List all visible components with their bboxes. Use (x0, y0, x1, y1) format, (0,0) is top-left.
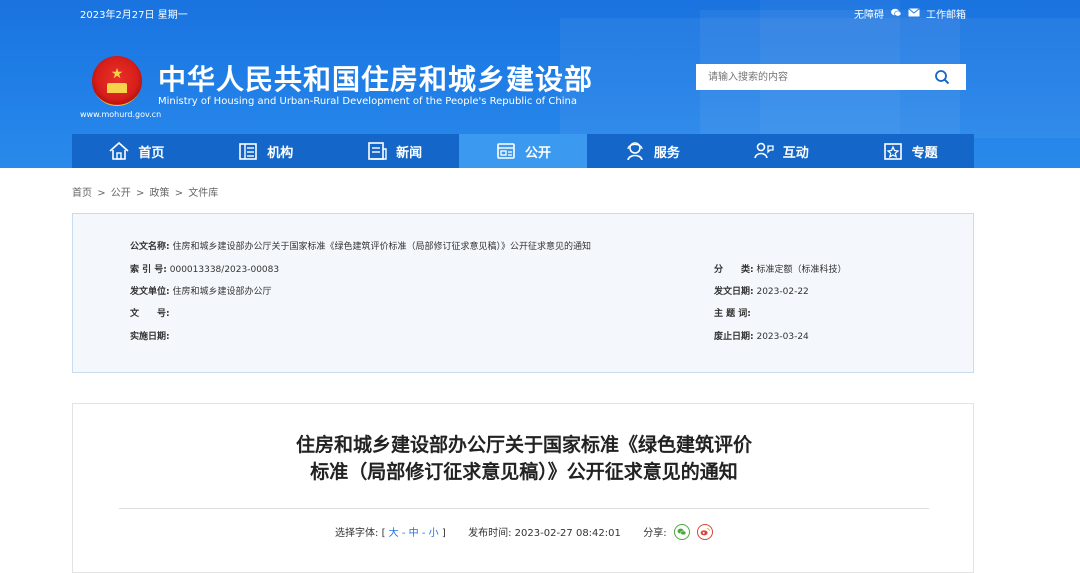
meta-title-value: 住房和城乡建设部办公厅关于国家标准《绿色建筑评价标准（局部修订征求意见稿）》公开… (172, 242, 591, 252)
meta-issuer-label: 发文单位: (130, 287, 170, 297)
organization-icon (239, 143, 258, 160)
site-header: 2023年2月27日 星期一 无障碍 工作邮箱 ★ www.mohurd.gov… (0, 0, 1080, 168)
article-title: 住房和城乡建设部办公厅关于国家标准《绿色建筑评价 标准（局部修订征求意见稿）》公… (73, 432, 975, 486)
site-title[interactable]: 中华人民共和国住房和城乡建设部 (158, 58, 593, 98)
meta-title-row: 公文名称: 住房和城乡建设部办公厅关于国家标准《绿色建筑评价标准（局部修订征求意… (130, 239, 591, 252)
font-size-label: 选择字体: (335, 528, 379, 539)
document-metadata-panel: 公文名称: 住房和城乡建设部办公厅关于国家标准《绿色建筑评价标准（局部修订征求意… (72, 213, 974, 373)
font-bracket: [ (381, 528, 386, 539)
breadcrumb-separator: > (174, 188, 184, 199)
meta-category-label: 分 类: (714, 265, 754, 275)
article-title-line: 标准（局部修订征求意见稿）》公开征求意见的通知 (310, 461, 738, 483)
interaction-icon (753, 142, 774, 159)
news-icon (368, 142, 387, 160)
breadcrumb-home[interactable]: 首页 (72, 188, 92, 199)
breadcrumb-separator: > (135, 188, 145, 199)
meta-category-value: 标准定额（标准科技） (756, 265, 847, 275)
site-url: www.mohurd.gov.cn (80, 110, 162, 119)
open-icon (497, 143, 515, 159)
site-subtitle: Ministry of Housing and Urban-Rural Deve… (158, 96, 577, 107)
wechat-icon[interactable] (890, 8, 902, 20)
search-input[interactable] (696, 64, 926, 90)
article-panel: 住房和城乡建设部办公厅关于国家标准《绿色建筑评价 标准（局部修订征求意见稿）》公… (72, 403, 974, 573)
meta-date-row: 发文日期: 2023-02-22 (714, 284, 809, 297)
breadcrumb-library[interactable]: 文件库 (188, 188, 218, 199)
meta-deadline-row: 废止日期: 2023-03-24 (714, 329, 809, 342)
meta-deadline-value: 2023-03-24 (756, 332, 809, 342)
meta-index-label: 索 引 号: (130, 265, 167, 275)
wechat-share-icon[interactable] (673, 524, 690, 540)
breadcrumb: 首页 > 公开 > 政策 > 文件库 (72, 184, 220, 199)
accessibility-link[interactable]: 无障碍 (854, 6, 884, 21)
topbar-links: 无障碍 工作邮箱 (854, 6, 966, 21)
meta-keywords-row: 主 题 词: (714, 306, 751, 319)
main-nav: 首页 机构 新闻 公开 服务 互动 专题 (72, 134, 974, 168)
search-icon[interactable] (934, 69, 950, 85)
star-icon: ★ (110, 66, 124, 82)
font-separator: - (401, 528, 406, 539)
nav-item-organization[interactable]: 机构 (201, 134, 330, 168)
share-label: 分享: (643, 528, 667, 539)
meta-docno-row: 文 号: (130, 306, 170, 319)
font-bracket: ] (441, 528, 446, 539)
meta-index-row: 索 引 号: 000013338/2023-00083 (130, 262, 279, 275)
title-divider (119, 508, 929, 509)
mail-link[interactable]: 工作邮箱 (926, 6, 966, 21)
home-icon (109, 141, 129, 160)
breadcrumb-policy[interactable]: 政策 (150, 188, 170, 199)
meta-title-label: 公文名称: (130, 242, 170, 252)
national-emblem-logo[interactable]: ★ (92, 56, 142, 106)
meta-issuer-value: 住房和城乡建设部办公厅 (172, 287, 272, 297)
nav-item-news[interactable]: 新闻 (330, 134, 459, 168)
breadcrumb-separator: > (97, 188, 106, 199)
nav-item-interaction[interactable]: 互动 (716, 134, 845, 168)
nav-item-open[interactable]: 公开 (458, 134, 588, 168)
meta-index-value: 000013338/2023-00083 (169, 265, 280, 275)
publish-time-value: 2023-02-27 08:42:01 (514, 528, 621, 539)
meta-keywords-label: 主 题 词: (714, 309, 751, 319)
font-separator: - (421, 528, 426, 539)
breadcrumb-open[interactable]: 公开 (111, 188, 131, 199)
nav-item-service[interactable]: 服务 (587, 134, 716, 168)
meta-date-value: 2023-02-22 (756, 287, 809, 297)
meta-impl-row: 实施日期: (130, 329, 170, 342)
mail-icon[interactable] (908, 7, 920, 20)
font-large-button[interactable]: 大 (389, 528, 399, 539)
nav-item-home[interactable]: 首页 (72, 134, 201, 168)
font-medium-button[interactable]: 中 (409, 528, 419, 539)
search-box (696, 64, 966, 90)
publish-time-label: 发布时间: (468, 528, 512, 539)
weibo-share-icon[interactable] (697, 524, 713, 540)
article-info-bar: 选择字体: [ 大 - 中 - 小 ] 发布时间: 2023-02-27 08:… (73, 524, 975, 541)
meta-issuer-row: 发文单位: 住房和城乡建设部办公厅 (130, 284, 272, 297)
current-date: 2023年2月27日 星期一 (80, 10, 188, 21)
nav-item-topic[interactable]: 专题 (845, 134, 974, 168)
meta-deadline-label: 废止日期: (714, 332, 754, 342)
gate-icon (107, 83, 127, 93)
font-small-button[interactable]: 小 (429, 528, 439, 539)
meta-docno-label: 文 号: (130, 309, 170, 319)
topic-icon (883, 143, 902, 160)
meta-impl-label: 实施日期: (130, 332, 170, 342)
meta-category-row: 分 类: 标准定额（标准科技） (714, 262, 847, 275)
service-icon (627, 142, 643, 161)
meta-date-label: 发文日期: (714, 287, 754, 297)
article-title-line: 住房和城乡建设部办公厅关于国家标准《绿色建筑评价 (295, 434, 752, 456)
